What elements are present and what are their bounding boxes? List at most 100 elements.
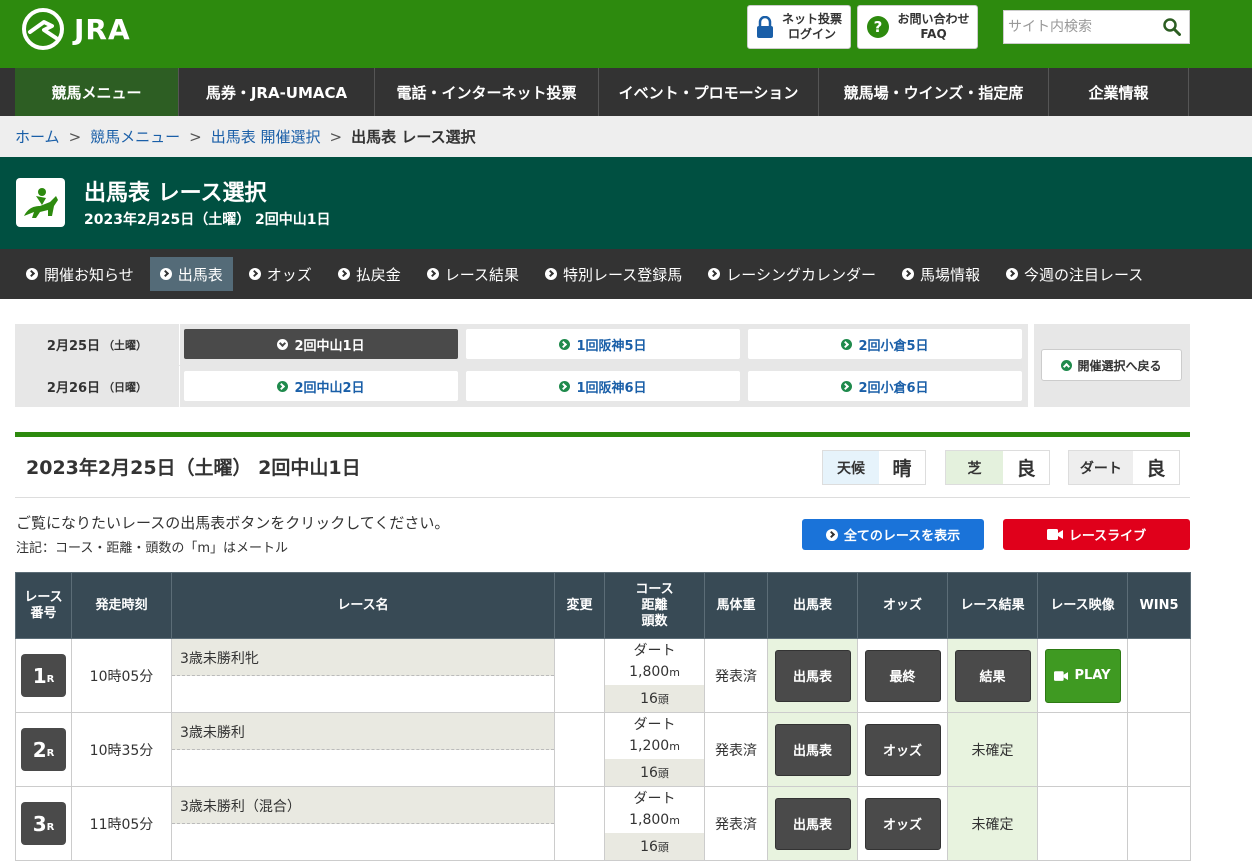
race-number-badge[interactable]: 2R (21, 728, 66, 771)
chevron-up-icon (1061, 359, 1073, 371)
race-name-cell: 3歳未勝利 (171, 712, 555, 787)
meeting-dow: （日曜） (103, 380, 148, 394)
chevron-right-icon (26, 268, 38, 280)
table-row: 3R 11時05分 3歳未勝利（混合） ダート 1,800m 16 頭 発表済 出馬… (15, 786, 1191, 861)
global-nav: 競馬メニュー 馬券・JRA-UMACA 電話・インターネット投票 イベント・プロ… (0, 68, 1252, 116)
odds-button[interactable]: オッズ (864, 723, 941, 776)
change-cell (554, 712, 605, 787)
subnav-calendar[interactable]: レーシングカレンダー (698, 257, 886, 291)
race-card-button[interactable]: 出馬表 (774, 723, 851, 776)
win5-cell (1127, 712, 1191, 787)
race-name: 3歳未勝利 (172, 713, 554, 750)
meeting-label: 2回小倉5日 (858, 338, 929, 354)
course-cell: ダート 1,800m 16 頭 (604, 638, 705, 713)
sub-nav: 開催お知らせ 出馬表 オッズ 払戻金 レース結果 特別レース登録馬 レーシングカ… (0, 249, 1252, 299)
nav-keiba-menu[interactable]: 競馬メニュー (15, 68, 179, 116)
meeting-button[interactable]: 1回阪神6日 (466, 371, 740, 401)
meeting-button[interactable]: 2回中山2日 (184, 371, 458, 401)
race-card-button[interactable]: 出馬表 (774, 649, 851, 702)
page-title: 出馬表 レース選択 (84, 181, 267, 206)
odds-final-button[interactable]: 最終 (864, 649, 941, 702)
subnav-track-info[interactable]: 馬場情報 (892, 257, 990, 291)
chevron-right-icon (337, 268, 350, 280)
breadcrumb-sep: > (329, 127, 343, 146)
course-info: ダート 1,800m (605, 787, 704, 833)
chevron-right-icon (559, 380, 571, 392)
header-text: 頭数 (641, 613, 668, 629)
race-no-cell: 2R (15, 712, 72, 787)
race-card-button[interactable]: 出馬表 (774, 797, 851, 850)
race-number-badge[interactable]: 1R (21, 654, 66, 697)
nav-vote[interactable]: 電話・インターネット投票 (375, 68, 599, 116)
weight-status: 発表済 (704, 786, 768, 861)
chevron-right-icon (277, 380, 289, 392)
chevron-right-icon (901, 268, 914, 280)
video-cell (1037, 786, 1128, 861)
header-text: レース (24, 589, 63, 605)
header-text: コース (635, 581, 674, 597)
breadcrumb-select[interactable]: 出馬表 開催選択 (211, 126, 321, 147)
breadcrumb-current: 出馬表 レース選択 (351, 128, 476, 146)
distance-line: 1,800m (605, 662, 704, 683)
search-icon[interactable] (1163, 18, 1181, 36)
course-info: ダート 1,200m (605, 713, 704, 759)
play-video-button[interactable]: PLAY (1044, 648, 1121, 703)
back-label: 開催選択へ戻る (1077, 358, 1162, 373)
nav-corporate[interactable]: 企業情報 (1049, 68, 1189, 116)
breadcrumb-menu[interactable]: 競馬メニュー (90, 126, 180, 147)
runners-count: 16 (640, 764, 658, 781)
chevron-down-icon (277, 338, 289, 350)
show-all-races-button[interactable]: 全てのレースを表示 (802, 519, 984, 550)
meeting-button[interactable]: 1回阪神5日 (466, 329, 740, 359)
odds-button[interactable]: オッズ (864, 797, 941, 850)
race-no-cell: 3R (15, 786, 72, 861)
subnav-special-entries[interactable]: 特別レース登録馬 (535, 257, 692, 291)
breadcrumb-sep: > (68, 127, 82, 146)
race-live-button[interactable]: レースライブ (1003, 519, 1190, 550)
subnav-entries[interactable]: 出馬表 (149, 257, 233, 291)
odds-cell: オッズ (857, 786, 948, 861)
meeting-button-selected[interactable]: 2回中山1日 (184, 329, 458, 359)
turf-label: 芝 (946, 451, 1003, 484)
nav-baken[interactable]: 馬券・JRA-UMACA (179, 68, 375, 116)
subnav-label: 出馬表 (177, 265, 223, 284)
nav-event[interactable]: イベント・プロモーション (599, 68, 819, 116)
weight-status: 発表済 (704, 638, 768, 713)
note-text: 注記：コース・距離・頭数の「m」はメートル (16, 541, 289, 556)
start-time: 10時05分 (71, 638, 172, 713)
meeting-button[interactable]: 2回小倉6日 (748, 371, 1022, 401)
net-vote-login-button[interactable]: ネット投票 ログイン (747, 5, 851, 49)
meeting-label: 1回阪神5日 (576, 338, 647, 354)
col-race-name: レース名 (171, 572, 555, 639)
nav-racecourse[interactable]: 競馬場・ウインズ・指定席 (819, 68, 1049, 116)
result-status: 未確定 (947, 712, 1038, 787)
meeting-row: 2月26日 （日曜） 2回中山2日 1回阪神6日 2回小倉6日 (15, 366, 1028, 407)
race-number-badge[interactable]: 3R (21, 802, 66, 845)
back-to-meeting-select-button[interactable]: 開催選択へ戻る (1041, 349, 1182, 381)
search-input[interactable] (1008, 13, 1158, 41)
distance-unit: m (669, 740, 680, 753)
course-info: ダート 1,800m (605, 639, 704, 685)
subnav-payout[interactable]: 払戻金 (328, 257, 411, 291)
dirt-label: ダート (1069, 451, 1133, 484)
dirt-box: ダート 良 (1068, 450, 1180, 485)
meeting-button[interactable]: 2回小倉5日 (748, 329, 1022, 359)
race-suffix: R (46, 822, 55, 833)
result-button[interactable]: 結果 (954, 649, 1031, 702)
faq-button[interactable]: ? お問い合わせ FAQ (857, 5, 978, 49)
chevron-right-icon (545, 268, 558, 280)
col-result: レース結果 (947, 572, 1038, 639)
subnav-featured[interactable]: 今週の注目レース (996, 257, 1153, 291)
breadcrumb-home[interactable]: ホーム (15, 126, 60, 147)
result-status: 未確定 (947, 786, 1038, 861)
faq-line2: FAQ (920, 27, 947, 41)
subnav-odds[interactable]: オッズ (239, 257, 322, 291)
subnav-label: 馬場情報 (919, 265, 980, 284)
distance: 1,800 (629, 664, 670, 680)
subnav-notice[interactable]: 開催お知らせ (16, 257, 144, 291)
turf-value: 良 (1002, 451, 1049, 484)
jra-logo[interactable]: JRA (22, 8, 147, 50)
meeting-date-text: 2月26日 (46, 381, 101, 396)
subnav-results[interactable]: レース結果 (417, 257, 529, 291)
col-weight: 馬体重 (704, 572, 768, 639)
